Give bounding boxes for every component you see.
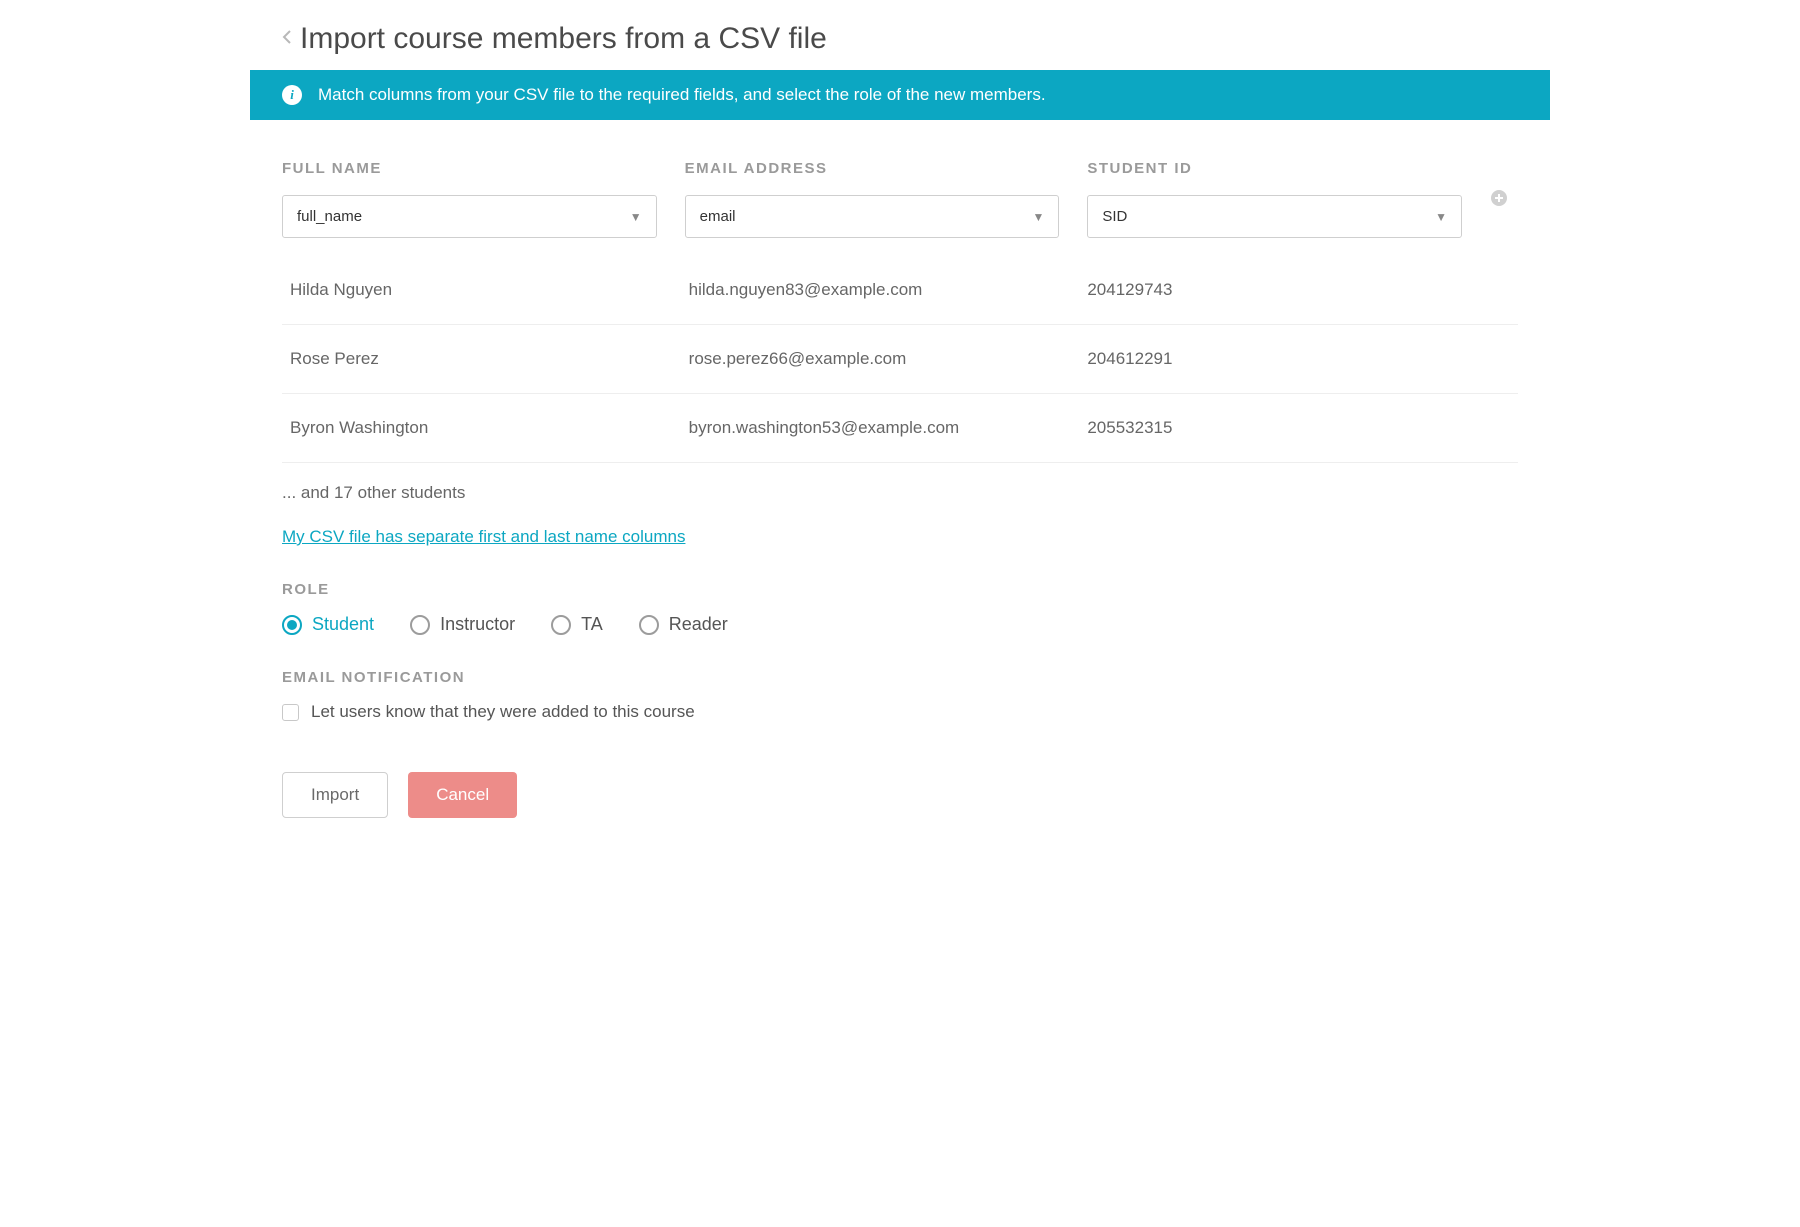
email-notification-checkbox-label: Let users know that they were added to t…: [311, 702, 695, 722]
radio-icon: [551, 615, 571, 635]
email-notification-checkbox[interactable]: Let users know that they were added to t…: [282, 702, 1518, 722]
column-label-sid: STUDENT ID: [1087, 160, 1462, 177]
chevron-down-icon: ▼: [1435, 210, 1447, 224]
preview-cell-sid: 205532315: [1087, 418, 1458, 438]
radio-icon: [639, 615, 659, 635]
column-select-fullname[interactable]: full_name ▼: [282, 195, 657, 238]
role-radio-student-label: Student: [312, 614, 374, 635]
preview-cell-email: hilda.nguyen83@example.com: [689, 280, 1060, 300]
preview-cell-email: rose.perez66@example.com: [689, 349, 1060, 369]
role-radio-instructor-label: Instructor: [440, 614, 515, 635]
radio-icon: [410, 615, 430, 635]
column-label-fullname: FULL NAME: [282, 160, 657, 177]
page-title: Import course members from a CSV file: [300, 22, 827, 56]
preview-cell-sid: 204129743: [1087, 280, 1458, 300]
preview-cell-email: byron.washington53@example.com: [689, 418, 1060, 438]
column-label-email: EMAIL ADDRESS: [685, 160, 1060, 177]
button-row: Import Cancel: [282, 772, 1518, 818]
chevron-down-icon: ▼: [630, 210, 642, 224]
column-select-email[interactable]: email ▼: [685, 195, 1060, 238]
more-students-text: ... and 17 other students: [282, 483, 1518, 503]
checkbox-icon: [282, 704, 299, 721]
info-icon: i: [282, 85, 302, 105]
column-select-sid-value: SID: [1102, 208, 1127, 225]
role-radio-reader-label: Reader: [669, 614, 728, 635]
role-radio-student[interactable]: Student: [282, 614, 374, 635]
chevron-down-icon: ▼: [1032, 210, 1044, 224]
column-mapping-row: FULL NAME full_name ▼ EMAIL ADDRESS emai…: [282, 160, 1518, 238]
role-radio-group: Student Instructor TA Reader: [282, 614, 1518, 635]
info-banner: i Match columns from your CSV file to th…: [250, 70, 1550, 120]
role-radio-reader[interactable]: Reader: [639, 614, 728, 635]
role-radio-ta[interactable]: TA: [551, 614, 603, 635]
role-radio-ta-label: TA: [581, 614, 603, 635]
role-section-label: ROLE: [282, 581, 1518, 598]
preview-table: Hilda Nguyen hilda.nguyen83@example.com …: [282, 256, 1518, 463]
page-header: Import course members from a CSV file: [250, 10, 1550, 70]
table-row: Hilda Nguyen hilda.nguyen83@example.com …: [282, 256, 1518, 325]
preview-cell-sid: 204612291: [1087, 349, 1458, 369]
preview-cell-name: Rose Perez: [290, 349, 661, 369]
separate-name-columns-link[interactable]: My CSV file has separate first and last …: [282, 527, 685, 547]
cancel-button[interactable]: Cancel: [408, 772, 517, 818]
info-banner-text: Match columns from your CSV file to the …: [318, 85, 1046, 105]
preview-cell-name: Byron Washington: [290, 418, 661, 438]
email-notification-section-label: EMAIL NOTIFICATION: [282, 669, 1518, 686]
column-select-email-value: email: [700, 208, 736, 225]
role-radio-instructor[interactable]: Instructor: [410, 614, 515, 635]
preview-cell-name: Hilda Nguyen: [290, 280, 661, 300]
radio-icon: [282, 615, 302, 635]
column-select-fullname-value: full_name: [297, 208, 362, 225]
add-column-icon[interactable]: [1490, 189, 1508, 212]
import-button[interactable]: Import: [282, 772, 388, 818]
table-row: Byron Washington byron.washington53@exam…: [282, 394, 1518, 463]
back-arrow-icon[interactable]: [282, 28, 292, 51]
column-select-sid[interactable]: SID ▼: [1087, 195, 1462, 238]
table-row: Rose Perez rose.perez66@example.com 2046…: [282, 325, 1518, 394]
